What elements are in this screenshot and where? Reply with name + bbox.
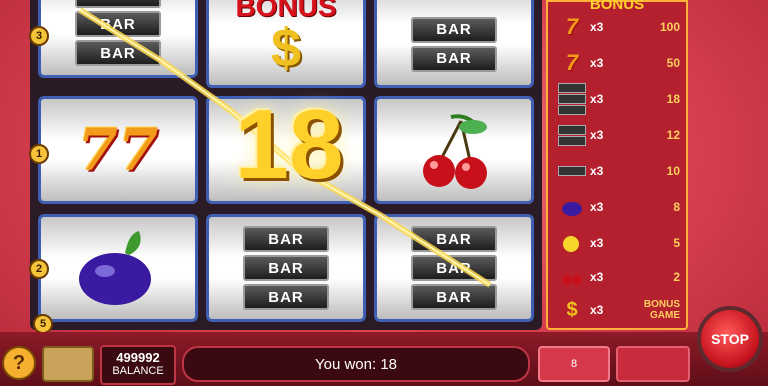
paytable-value: 2 [673,270,680,284]
paytable-value: 12 [666,128,680,142]
paytable-value: 50 [666,56,680,70]
plum-icon [79,231,151,305]
bar-plate: BAR [411,45,497,72]
paytable-row: $ x3 BONUS GAME [554,294,680,326]
bar-plate: BAR [411,255,497,281]
paytable-mult: x3 [590,200,604,214]
payline-marker: 3 [29,26,49,46]
paytable-mult: x3 [590,303,604,317]
triple-seven-icon: 7 [565,14,579,39]
stop-button[interactable]: STOP [697,306,763,372]
paytable-value: 100 [659,20,680,34]
max-bet-button[interactable] [616,346,690,382]
payline-marker: 1 [29,144,49,164]
paytable-mult: x3 [590,270,604,284]
bet-value: 8 [570,358,578,370]
reel-3-row-3: BAR BAR BAR [374,214,534,322]
win-message: You won: 18 [182,346,530,382]
bonus-dollar-symbol: BONUS $ [235,0,336,75]
bar-plate: BAR [75,0,161,8]
balance-value: 499992 [116,350,160,365]
reel-2-row-3: BAR BAR BAR [206,214,366,322]
cherry-icon [554,268,590,286]
paytable-mult: x3 [590,236,604,250]
bar-plate: BAR [411,16,497,43]
paytable-row: x3 2 [554,260,680,294]
bar-plate: BAR [411,284,497,310]
triple-bar-symbol: BAR BAR BAR [243,226,329,310]
dollar-sign: $ [270,18,302,78]
paytable-value: 18 [666,92,680,106]
reel-3-row-2 [374,96,534,204]
paytable: BONUS 7 x3 100 7 x3 50 x3 18 x3 12 x3 10… [546,0,688,330]
paytable-mult: x3 [590,164,604,178]
reel-1-row-2: 77 [38,96,198,204]
payline-marker: 2 [29,259,49,279]
paytable-mult: x3 [590,20,604,34]
single-bar-icon [554,165,590,177]
paytable-row: x3 10 [554,154,680,188]
paytable-row: x3 12 [554,118,680,152]
reel-2-row-1: BONUS $ [206,0,366,88]
triple-bar-symbol: BAR BAR BAR [75,0,161,66]
reel-1-row-3 [38,214,198,322]
cherry-icon [423,114,487,189]
paytable-mult: x3 [590,128,604,142]
triple-bar-icon [554,82,590,116]
seven-icon: 7 [565,50,579,75]
reel-3-row-1: BAR BAR [374,0,534,88]
paytable-value: BONUS GAME [643,299,680,321]
win-amount-overlay: 18 [234,89,344,199]
paytable-row: 7 x3 100 [554,10,680,44]
paytable-mult: x3 [590,56,604,70]
bar-plate: BAR [411,226,497,252]
paytable-row: x3 5 [554,226,680,260]
triple-seven-symbol: 77 [77,116,159,184]
bar-plate: BAR [243,284,329,310]
bar-plate: BAR [75,11,161,37]
plum-icon [554,198,590,216]
paytable-row: x3 18 [554,82,680,116]
bar-plate: BAR [243,226,329,252]
payline-marker: 5 [33,314,53,334]
triple-bar-symbol: BAR BAR BAR [411,226,497,310]
balance-label: BALANCE [112,365,164,377]
double-bar-symbol: BAR BAR [411,16,497,72]
bet-button[interactable]: 8 [538,346,610,382]
lemon-icon [554,234,590,252]
balance-display: 499992 BALANCE [100,345,176,385]
bar-plate: BAR [75,40,161,66]
paytable-row: x3 8 [554,190,680,224]
paytable-value: 8 [673,200,680,214]
double-bar-icon [554,124,590,147]
bonus-dollar-icon: $ [566,298,578,321]
bar-plate: BAR [243,255,329,281]
lines-button[interactable] [42,346,94,382]
paytable-value: 10 [666,164,680,178]
reel-1-row-1: BAR BAR BAR [38,0,198,78]
paytable-mult: x3 [590,92,604,106]
paytable-row: 7 x3 50 [554,46,680,80]
paytable-value: 5 [673,236,680,250]
help-button[interactable]: ? [2,346,36,380]
